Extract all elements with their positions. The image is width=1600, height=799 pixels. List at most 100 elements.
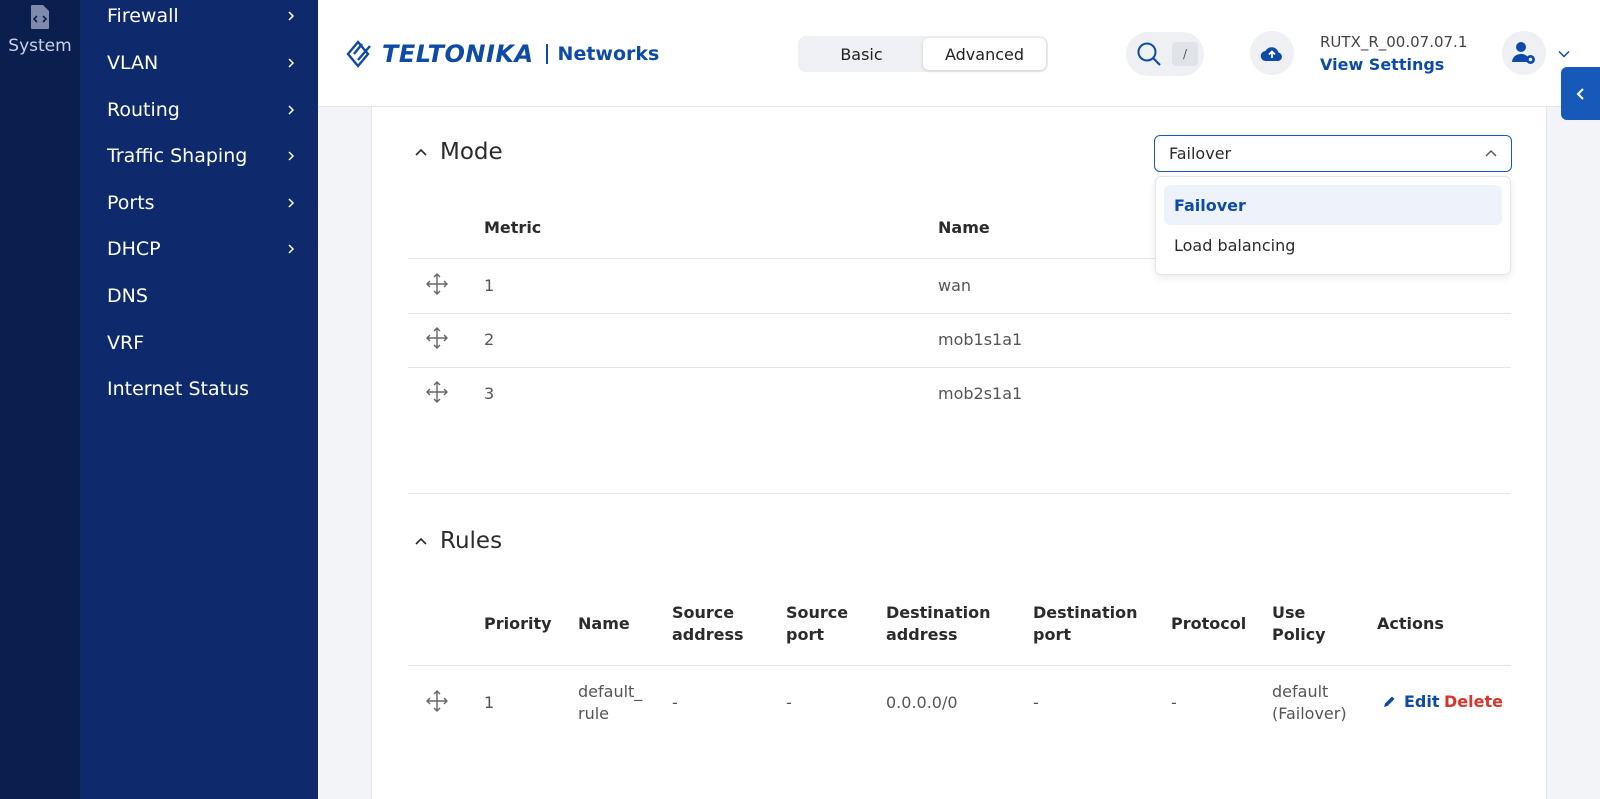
drag-handle-icon[interactable] (425, 272, 449, 296)
table-cell-source-port: - (786, 693, 792, 712)
rules-section-title: Rules (440, 528, 503, 554)
user-menu-button[interactable] (1502, 31, 1546, 75)
rail-item-system[interactable]: System (0, 4, 80, 56)
delete-rule-button[interactable]: Delete (1444, 692, 1503, 711)
chevron-up-icon (1485, 149, 1497, 156)
table-cell-name: mob1s1a1 (938, 330, 1023, 349)
cloud-upload-icon (1260, 47, 1282, 62)
search-icon (1137, 42, 1161, 66)
column-header-metric: Metric (484, 218, 542, 237)
sidebar-item-vlan[interactable]: VLAN (80, 40, 318, 86)
chevron-right-icon (288, 105, 295, 115)
mode-section-toggle[interactable]: Mode (414, 139, 503, 165)
search-shortcut-key: / (1172, 42, 1198, 66)
logo-text: TELTONIKA (382, 40, 534, 68)
table-cell-metric: 2 (484, 330, 495, 349)
mode-option-failover[interactable]: Failover (1164, 185, 1502, 225)
table-cell-destination-port: - (1033, 693, 1039, 712)
mode-select[interactable]: Failover (1154, 135, 1512, 172)
drag-handle-icon[interactable] (425, 380, 449, 404)
mode-advanced-button[interactable]: Advanced (923, 38, 1046, 70)
table-cell-rule-name: default_ rule (578, 682, 643, 723)
mode-basic-button[interactable]: Basic (800, 38, 923, 70)
table-cell-destination-address: 0.0.0.0/0 (886, 693, 958, 712)
section-divider (408, 493, 1511, 494)
content-card: Mode Failover Failover Load balancing Me… (371, 107, 1547, 799)
sidebar-item-label: VLAN (107, 52, 159, 74)
column-header-use-policy: Use Policy (1272, 603, 1326, 644)
sidebar-item-internet-status[interactable]: Internet Status (80, 366, 318, 412)
drag-handle-icon[interactable] (425, 326, 449, 350)
cloud-upload-button[interactable] (1250, 31, 1294, 75)
sidebar-item-label: Ports (107, 192, 155, 214)
sidebar-item-label: Traffic Shaping (107, 145, 248, 167)
search-button[interactable]: / (1126, 32, 1204, 76)
logo-subtitle: Networks (557, 43, 660, 65)
edit-rule-button[interactable]: Edit (1382, 692, 1440, 711)
view-settings-link[interactable]: View Settings (1320, 55, 1444, 74)
table-cell-name: mob2s1a1 (938, 384, 1023, 403)
icon-rail: System (0, 0, 80, 799)
sidebar-item-dns[interactable]: DNS (80, 273, 318, 319)
drag-handle-icon[interactable] (425, 689, 449, 713)
sidebar-item-ports[interactable]: Ports (80, 180, 318, 226)
chevron-right-icon (288, 198, 295, 208)
table-cell-protocol: - (1171, 693, 1177, 712)
sidebar-item-firewall[interactable]: Firewall (80, 0, 318, 39)
table-cell-name: wan (938, 276, 972, 295)
rules-section-toggle[interactable]: Rules (414, 528, 502, 554)
mode-option-load-balancing[interactable]: Load balancing (1164, 225, 1502, 265)
table-cell-metric: 1 (484, 276, 495, 295)
column-header-name: Name (938, 218, 990, 237)
sidebar-item-label: DHCP (107, 238, 161, 260)
mode-select-value: Failover (1169, 144, 1232, 163)
table-cell-priority: 1 (484, 693, 495, 712)
sidebar-item-label: Internet Status (107, 378, 250, 400)
column-header-destination-address: Destination address (886, 603, 991, 644)
mode-section-title: Mode (440, 139, 503, 165)
firmware-version: RUTX_R_00.07.07.1 (1320, 33, 1468, 51)
column-header-source-address: Source address (672, 603, 744, 644)
logo-divider (545, 44, 548, 64)
system-file-icon (31, 5, 49, 29)
table-divider (408, 367, 1511, 368)
pencil-icon (1384, 696, 1395, 707)
column-header-destination-port: Destination port (1033, 603, 1138, 644)
chevron-up-icon (415, 537, 427, 545)
column-header-source-port: Source port (786, 603, 849, 644)
chevron-right-icon (288, 11, 295, 21)
chevron-up-icon (415, 148, 427, 156)
table-cell-source-address: - (672, 693, 678, 712)
sidebar-item-label: VRF (107, 332, 145, 354)
teltonika-diamond-icon (346, 40, 371, 68)
sidebar-item-traffic-shaping[interactable]: Traffic Shaping (80, 133, 318, 179)
chevron-down-icon[interactable] (1558, 48, 1570, 60)
chevron-left-icon (1576, 87, 1584, 100)
column-header-priority: Priority (484, 614, 552, 633)
table-divider (408, 665, 1511, 666)
chevron-right-icon (288, 151, 295, 161)
sidebar-item-dhcp[interactable]: DHCP (80, 226, 318, 272)
column-header-protocol: Protocol (1171, 614, 1247, 633)
sidebar-item-label: Routing (107, 99, 180, 121)
sidebar-item-label: Firewall (107, 5, 179, 27)
chevron-right-icon (288, 58, 295, 68)
table-cell-metric: 3 (484, 384, 495, 403)
table-divider (408, 313, 1511, 314)
collapse-panel-button[interactable] (1561, 67, 1600, 120)
sidebar: Firewall VLAN Routing Traffic Shaping Po… (80, 0, 318, 799)
mode-toggle: Basic Advanced (798, 36, 1048, 72)
rail-label: System (8, 36, 72, 56)
top-header: TELTONIKA Networks Basic Advanced / RUTX… (318, 0, 1600, 107)
user-settings-icon (1511, 42, 1535, 64)
edit-label: Edit (1404, 692, 1440, 711)
table-cell-use-policy: default (Failover) (1272, 682, 1347, 723)
column-header-rule-name: Name (578, 614, 630, 633)
teltonika-logo[interactable]: TELTONIKA Networks (344, 36, 659, 72)
column-header-actions: Actions (1377, 614, 1444, 633)
chevron-right-icon (288, 244, 295, 254)
sidebar-item-label: DNS (107, 285, 148, 307)
mode-dropdown-menu: Failover Load balancing (1155, 176, 1511, 275)
sidebar-item-vrf[interactable]: VRF (80, 320, 318, 366)
sidebar-item-routing[interactable]: Routing (80, 87, 318, 133)
